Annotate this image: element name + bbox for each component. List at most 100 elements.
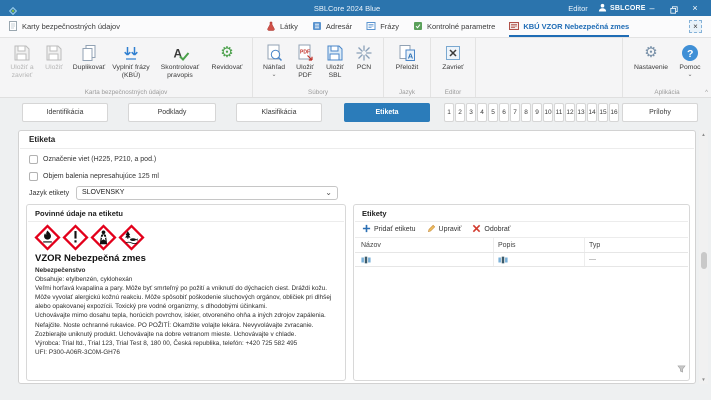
button-label: Přeložit: [396, 64, 419, 72]
tab-section-4[interactable]: 4: [477, 103, 487, 122]
tab-prilohy[interactable]: Prílohy: [622, 103, 698, 122]
tab-klasifikacia[interactable]: Klasifikácia: [236, 103, 322, 122]
tab-section-3[interactable]: 3: [466, 103, 476, 122]
user-menu[interactable]: SBLCORE: [598, 2, 646, 14]
tab-section-7[interactable]: 7: [510, 103, 520, 122]
filter-cell-icon: [361, 256, 371, 264]
red-x-icon: [472, 224, 481, 235]
tab-section-15[interactable]: 15: [598, 103, 608, 122]
tab-label: Látky: [280, 22, 298, 31]
button-label: PCN: [357, 64, 371, 72]
vertical-scrollbar[interactable]: ▲ ▼: [699, 130, 708, 384]
tab-section-10[interactable]: 10: [543, 103, 553, 122]
settings-button[interactable]: ⚙ Nastavenie: [628, 41, 674, 72]
tab-section-9[interactable]: 9: [532, 103, 542, 122]
tab-section-14[interactable]: 14: [587, 103, 597, 122]
ribbon: Uložiť a zavrieť Uložiť Duplikovať Vypln…: [0, 38, 711, 98]
fill-phrases-button[interactable]: Vyplniť frázy (KBÚ): [109, 41, 153, 80]
remove-label-button[interactable]: Odobrať: [472, 224, 510, 235]
filter-cell-icon: [498, 256, 508, 264]
tab-section-1[interactable]: 1: [444, 103, 454, 122]
ghs02-flame-icon: [34, 224, 61, 256]
close-tab-button[interactable]: ×: [689, 20, 702, 33]
main-tabstrip: Karty bezpečnostných údajov Látky Adresá…: [0, 16, 711, 38]
button-label: Pridať etiketu: [374, 226, 416, 233]
column-header-typ[interactable]: Typ: [584, 238, 688, 252]
tab-frazy[interactable]: Frázy: [366, 16, 399, 37]
close-editor-button[interactable]: Zavrieť: [436, 41, 470, 72]
close-button[interactable]: ×: [688, 1, 702, 15]
tab-identifikacia[interactable]: Identifikácia: [22, 103, 108, 122]
button-label: Revidovať: [212, 64, 243, 72]
oznacenie-viet-checkbox[interactable]: [29, 155, 38, 164]
labels-grid-header: Etikety: [362, 209, 387, 218]
spellcheck-button[interactable]: A Skontrolovať pravopis: [153, 41, 207, 80]
chevron-down-icon: ⌄: [687, 73, 692, 77]
tab-karty-bezpecnostnych-udajov[interactable]: Karty bezpečnostných údajov: [8, 16, 120, 37]
translate-icon: A: [397, 43, 417, 63]
checkbox-row-oznacenie-viet[interactable]: Označenie viet (H225, P210, a pod.): [29, 155, 156, 164]
scrollbar-thumb[interactable]: [701, 252, 707, 269]
tab-label: Adresár: [326, 22, 352, 31]
tab-kontrolne-parametre[interactable]: Kontrolné parametre: [413, 16, 495, 37]
tab-label: KBÚ VZOR Nebezpečná zmes: [523, 22, 629, 31]
control-params-icon: [413, 21, 423, 33]
translate-button[interactable]: A Přeložit: [389, 41, 425, 72]
tab-adresar[interactable]: Adresár: [312, 16, 352, 37]
scroll-down-arrow[interactable]: ▼: [699, 377, 708, 382]
pcn-button[interactable]: PCN: [350, 41, 378, 72]
button-label: Pomoc: [679, 64, 700, 72]
button-label: Zavrieť: [442, 64, 463, 72]
save-button: Uložiť: [39, 41, 69, 72]
tab-label: Kontrolné parametre: [427, 22, 495, 31]
filter-cell-nazov[interactable]: [355, 253, 493, 266]
tab-section-2[interactable]: 2: [455, 103, 465, 122]
save-sbl-button[interactable]: Uložiť SBL: [320, 41, 350, 80]
tab-section-12[interactable]: 12: [565, 103, 575, 122]
ribbon-collapse-icon[interactable]: ^: [705, 90, 708, 96]
filter-cell-typ[interactable]: —: [584, 253, 688, 266]
restore-button[interactable]: [667, 1, 681, 15]
tab-section-6[interactable]: 6: [499, 103, 509, 122]
tab-section-5[interactable]: 5: [488, 103, 498, 122]
save-pdf-button[interactable]: PDF Uložiť PDF: [290, 41, 320, 80]
save-and-close-button: Uložiť a zavrieť: [5, 41, 39, 80]
tab-section-8[interactable]: 8: [521, 103, 531, 122]
filter-cell-popis[interactable]: [493, 253, 584, 266]
label-preview-header: Povinné údaje na etiketu: [35, 209, 123, 218]
ribbon-group-aplikacia: ⚙ Nastavenie ? Pomoc ⌄ Aplikácia ^: [622, 38, 711, 97]
help-button[interactable]: ? Pomoc ⌄: [674, 41, 706, 77]
svg-text:PDF: PDF: [300, 50, 310, 56]
svg-text:?: ?: [687, 48, 693, 60]
column-header-nazov[interactable]: Názov: [355, 238, 493, 252]
labels-grid-panel: Etikety Pridať etiketu Upraviť Odobrať N: [353, 204, 690, 381]
tab-podklady[interactable]: Podklady: [128, 103, 216, 122]
language-value: SLOVENSKY: [82, 189, 124, 196]
add-label-button[interactable]: Pridať etiketu: [362, 224, 416, 235]
tab-kbu-vzor-nebezpecna-zmes[interactable]: KBÚ VZOR Nebezpečná zmes: [509, 16, 629, 37]
language-select[interactable]: SLOVENSKY ⌄: [76, 186, 338, 200]
tab-section-16[interactable]: 16: [609, 103, 619, 122]
button-label: Uložiť a zavrieť: [5, 64, 39, 80]
app-logo-icon: [8, 3, 18, 21]
label-text: Nebezpečenstvo Obsahuje: etylbenzén, cyk…: [35, 266, 337, 357]
checkbox-row-objem-balenia[interactable]: Objem balenia nepresahujúce 125 ml: [29, 172, 159, 181]
tab-latky[interactable]: Látky: [266, 16, 298, 37]
tab-section-11[interactable]: 11: [554, 103, 564, 122]
preview-button[interactable]: Náhľad ⌄: [258, 41, 290, 77]
revise-button[interactable]: ⚙ Revidovať: [207, 41, 247, 72]
ribbon-group-editor: Zavrieť Editor: [431, 38, 476, 97]
edit-label-button[interactable]: Upraviť: [427, 224, 462, 235]
minimize-button[interactable]: –: [645, 1, 659, 15]
column-header-popis[interactable]: Popis: [493, 238, 584, 252]
scroll-up-arrow[interactable]: ▲: [699, 132, 708, 137]
filter-funnel-icon[interactable]: [677, 360, 686, 378]
duplicate-button[interactable]: Duplikovať: [69, 41, 109, 72]
divider: [20, 148, 694, 149]
tab-etiketa[interactable]: Etiketa: [344, 103, 430, 122]
button-label: Duplikovať: [73, 64, 105, 72]
tab-section-13[interactable]: 13: [576, 103, 586, 122]
button-label: Uložiť: [45, 64, 63, 72]
hazard-statements: Veľmi horľavá kvapalina a pary. Môže byť…: [35, 284, 337, 311]
objem-balenia-checkbox[interactable]: [29, 172, 38, 181]
